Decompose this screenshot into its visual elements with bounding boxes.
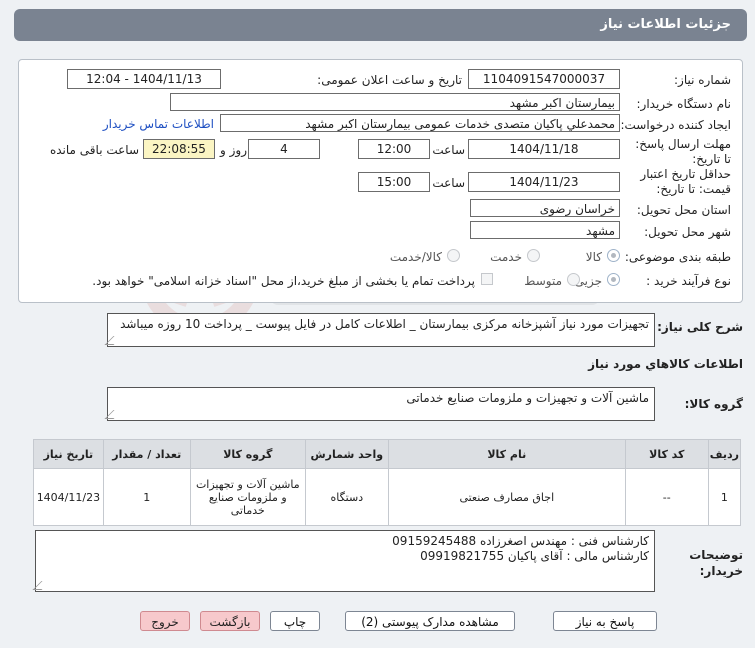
announce-label: تاریخ و ساعت اعلان عمومی: bbox=[317, 73, 462, 87]
validity-time-label: ساعت bbox=[432, 176, 465, 190]
items-table: ردیف کد کالا نام کالا واحد شمارش گروه کا… bbox=[33, 439, 742, 526]
category-option-goods: کالا bbox=[585, 250, 602, 264]
buyer-org-label: نام دستگاه خریدار: bbox=[636, 97, 732, 111]
print-button[interactable]: چاپ bbox=[270, 611, 320, 631]
category-radio-goods[interactable] bbox=[607, 249, 620, 262]
view-attachments-button[interactable]: مشاهده مدارک پیوستی (2) bbox=[345, 611, 515, 631]
col-need-date: تاریخ نیاز bbox=[33, 439, 104, 469]
col-row-number: ردیف bbox=[707, 439, 742, 469]
summary-label: شرح کلی نیاز: bbox=[657, 320, 743, 334]
purchase-type-label: نوع فرآیند خرید : bbox=[646, 274, 731, 288]
col-unit: واحد شمارش bbox=[304, 439, 389, 469]
buyer-org-field: بیمارستان اکبر مشهد bbox=[170, 93, 620, 111]
resize-handle-icon bbox=[104, 336, 123, 345]
category-option-service: خدمت bbox=[490, 250, 522, 264]
table-row: 1 -- اجاق مصارف صنعتی دستگاه ماشین آلات … bbox=[33, 468, 742, 526]
days-label: روز و bbox=[220, 143, 247, 157]
cell-row-number: 1 bbox=[707, 468, 742, 526]
goods-group-textarea: ماشین آلات و تجهیزات و ملزومات صنایع خدم… bbox=[104, 387, 655, 421]
category-radio-service[interactable] bbox=[527, 249, 540, 262]
buyer-notes-textarea: کارشناس فنی : مهندس اصغرزاده 09159245488… bbox=[32, 530, 655, 592]
category-label: طبقه بندی موضوعی: bbox=[624, 250, 731, 264]
purchase-radio-minor[interactable] bbox=[607, 273, 620, 286]
treasury-text: پرداخت تمام یا بخشی از مبلغ خرید،از محل … bbox=[92, 274, 475, 288]
purchase-option-medium: متوسط bbox=[524, 274, 562, 288]
summary-textarea: تجهیزات مورد نیاز آشپزخانه مرکزی بیمارست… bbox=[104, 313, 655, 347]
city-label: شهر محل تحویل: bbox=[644, 225, 731, 239]
buyer-notes-label: توضیحات خریدار: bbox=[689, 548, 743, 578]
goods-info-title: اطلاعات كالاهاي مورد نياز bbox=[588, 357, 743, 371]
col-quantity: تعداد / مقدار bbox=[102, 439, 191, 469]
resize-handle-icon bbox=[32, 581, 51, 590]
cell-quantity: 1 bbox=[102, 468, 191, 526]
purchase-radio-medium[interactable] bbox=[567, 273, 580, 286]
province-field: خراسان رضوی bbox=[470, 199, 620, 217]
deadline-time-label: ساعت bbox=[432, 143, 465, 157]
buyer-notes-line-2: کارشناس مالی : آقای پاکیان 09919821755 bbox=[420, 549, 649, 563]
cell-need-date: 1404/11/23 bbox=[33, 468, 104, 526]
page-header: جزئیات اطلاعات نیاز bbox=[14, 9, 747, 41]
summary-text: تجهیزات مورد نیاز آشپزخانه مرکزی بیمارست… bbox=[120, 317, 649, 331]
cell-goods-group: ماشین آلات و تجهیزات و ملزومات صنایع خدم… bbox=[189, 468, 306, 526]
resize-handle-icon bbox=[104, 410, 123, 419]
validity-label: حداقل تاریخ اعتبار قیمت: تا تاریخ: bbox=[640, 167, 731, 196]
remaining-label: ساعت باقی مانده bbox=[49, 143, 139, 157]
announce-field: 1404/11/13 - 12:04 bbox=[67, 69, 221, 89]
goods-group-label: گروه کالا: bbox=[684, 397, 743, 411]
cell-unit: دستگاه bbox=[304, 468, 389, 526]
days-remaining-field: 4 bbox=[248, 139, 320, 159]
col-item-name: نام کالا bbox=[387, 439, 626, 469]
page-title: جزئیات اطلاعات نیاز bbox=[600, 17, 731, 32]
deadline-time-field: 12:00 bbox=[358, 139, 430, 159]
buyer-notes-line-1: کارشناس فنی : مهندس اصغرزاده 09159245488 bbox=[392, 534, 649, 548]
back-button[interactable]: بازگشت bbox=[200, 611, 260, 631]
city-field: مشهد bbox=[470, 221, 620, 239]
validity-time-field: 15:00 bbox=[358, 172, 430, 192]
remaining-time-field: 22:08:55 bbox=[143, 139, 215, 159]
deadline-label: مهلت ارسال پاسخ: تا تاریخ: bbox=[635, 137, 731, 166]
need-number-field: 1104091547000037 bbox=[468, 69, 620, 89]
cell-item-name: اجاق مصارف صنعتی bbox=[387, 468, 626, 526]
treasury-checkbox[interactable] bbox=[481, 273, 493, 285]
category-radio-goods-service[interactable] bbox=[447, 249, 460, 262]
buyer-contact-link[interactable]: اطلاعات تماس خریدار bbox=[103, 117, 214, 131]
table-header-row: ردیف کد کالا نام کالا واحد شمارش گروه کا… bbox=[33, 439, 742, 469]
category-option-goods-service: کالا/خدمت bbox=[389, 250, 442, 264]
col-item-code: کد کالا bbox=[624, 439, 709, 469]
col-goods-group: گروه کالا bbox=[189, 439, 306, 469]
deadline-date-field: 1404/11/18 bbox=[468, 139, 620, 159]
province-label: استان محل تحویل: bbox=[636, 203, 731, 217]
need-number-label: شماره نیاز: bbox=[674, 73, 731, 87]
creator-field: محمدعلي پاكيان متصدی خدمات عمومی بيمارست… bbox=[220, 114, 620, 132]
validity-date-field: 1404/11/23 bbox=[468, 172, 620, 192]
goods-group-text: ماشین آلات و تجهیزات و ملزومات صنایع خدم… bbox=[406, 391, 649, 405]
reply-button[interactable]: پاسخ به نیاز bbox=[553, 611, 657, 631]
exit-button[interactable]: خروج bbox=[140, 611, 190, 631]
cell-item-code: -- bbox=[624, 468, 709, 526]
creator-label: ایجاد کننده درخواست: bbox=[620, 118, 731, 132]
